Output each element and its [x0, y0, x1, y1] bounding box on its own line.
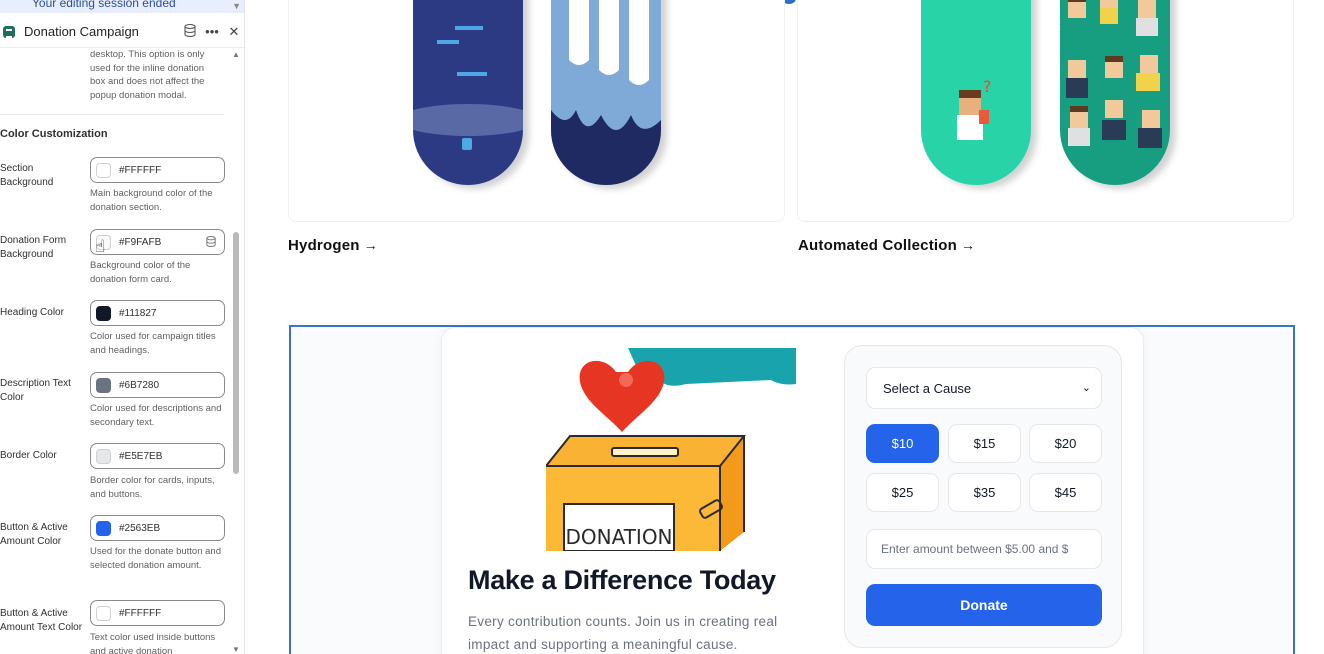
- field-value: #FFFFFF: [119, 164, 162, 176]
- panel-title: Donation Campaign: [24, 24, 139, 39]
- form-background-color-input[interactable]: #F9FAFB: [90, 229, 225, 255]
- field-label-form-background: Donation Form Background: [0, 235, 67, 260]
- field-help: Color used for descriptions and secondar…: [90, 403, 222, 428]
- field-help: Main background color of the donation se…: [90, 188, 213, 213]
- field-label-heading-color: Heading Color: [0, 307, 64, 318]
- chevron-down-icon[interactable]: ⌄: [1082, 381, 1091, 394]
- panel-header: Donation Campaign ••• ✕: [0, 16, 244, 48]
- field-value: #6B7280: [119, 379, 160, 391]
- snowboard-image: [1060, 0, 1170, 185]
- collection-link-automated[interactable]: Automated Collection →: [798, 237, 975, 254]
- color-swatch[interactable]: [96, 377, 111, 393]
- collection-title: Hydrogen: [288, 237, 360, 254]
- donation-section[interactable]: DONATION Make a Difference Today Every c…: [289, 325, 1295, 654]
- donation-illustration: DONATION: [546, 348, 796, 551]
- field-label-section-background: Section Background: [0, 163, 54, 188]
- color-swatch[interactable]: [96, 448, 111, 464]
- color-swatch[interactable]: [96, 162, 111, 178]
- color-swatch[interactable]: [96, 605, 111, 621]
- collection-link-hydrogen[interactable]: Hydrogen →: [288, 237, 378, 254]
- field-value: #111827: [119, 307, 157, 319]
- hand-cursor-icon: ☝: [95, 237, 106, 256]
- collection-title: Automated Collection: [798, 237, 958, 254]
- field-help: Text color used inside buttons and activ…: [90, 632, 216, 654]
- divider: [0, 114, 224, 115]
- amount-button-10[interactable]: $10: [866, 424, 939, 463]
- border-color-input[interactable]: #E5E7EB: [90, 443, 225, 469]
- button-color-input[interactable]: #2563EB: [90, 515, 225, 541]
- custom-amount-input[interactable]: [866, 529, 1102, 569]
- panel-body: desktop. This option is only used for th…: [0, 48, 230, 654]
- donation-card: DONATION Make a Difference Today Every c…: [441, 327, 1144, 654]
- amount-button-45[interactable]: $45: [1029, 473, 1102, 512]
- color-swatch[interactable]: [96, 520, 111, 536]
- amount-button-25[interactable]: $25: [866, 473, 939, 512]
- field-help: Border color for cards, inputs, and butt…: [90, 475, 215, 500]
- panel-scrollbar[interactable]: ▲ ▼: [231, 48, 241, 654]
- field-label-button-color: Button & Active Amount Color: [0, 522, 68, 547]
- field-value: #E5E7EB: [119, 450, 163, 462]
- database-icon[interactable]: [206, 236, 216, 250]
- field-label-border-color: Border Color: [0, 450, 57, 461]
- close-icon[interactable]: ✕: [223, 24, 244, 40]
- cause-select[interactable]: Select a Cause ⌄: [866, 367, 1102, 409]
- description-color-input[interactable]: #6B7280: [90, 372, 225, 398]
- snowboard-image: [413, 0, 523, 185]
- amount-button-15[interactable]: $15: [948, 424, 1021, 463]
- arrow-right-icon: →: [363, 237, 378, 253]
- chevron-down-icon[interactable]: ▼: [232, 0, 241, 13]
- field-value: #FFFFFF: [119, 607, 162, 619]
- field-label-description-color: Description Text Color: [0, 378, 71, 403]
- storefront-preview: ? Hydrogen → Automated Collection → DONA…: [246, 0, 1324, 654]
- collection-card-hydrogen[interactable]: [288, 0, 785, 222]
- field-help: Used for the donate button and selected …: [90, 546, 221, 571]
- session-banner: Your editing session ended ▼: [0, 0, 244, 13]
- arrow-right-icon: →: [961, 237, 976, 253]
- field-value: #2563EB: [119, 522, 161, 534]
- illustration-text: DONATION: [565, 525, 672, 549]
- field-value: #F9FAFB: [119, 236, 162, 248]
- amount-button-20[interactable]: $20: [1029, 424, 1102, 463]
- snowboard-image: [551, 0, 661, 185]
- field-help: Background color of the donation form ca…: [90, 260, 191, 285]
- color-swatch[interactable]: [96, 305, 111, 321]
- heading-color-input[interactable]: #111827: [90, 300, 225, 326]
- svg-text:?: ?: [983, 77, 992, 96]
- section-heading: Color Customization: [0, 128, 108, 140]
- editor-sidebar: Your editing session ended ▼ Donation Ca…: [0, 0, 245, 654]
- snowboard-image: ?: [921, 0, 1031, 185]
- more-icon[interactable]: •••: [201, 24, 223, 39]
- donate-button[interactable]: Donate: [866, 584, 1102, 626]
- previous-setting-help: desktop. This option is only used for th…: [90, 49, 205, 101]
- collection-card-automated[interactable]: ?: [797, 0, 1294, 222]
- scroll-down-icon[interactable]: ▼: [232, 645, 240, 654]
- scrollbar-thumb[interactable]: [233, 232, 239, 474]
- campaign-description: Every contribution counts. Join us in cr…: [468, 614, 778, 652]
- campaign-heading: Make a Difference Today: [468, 565, 776, 595]
- app-logo-icon: [3, 25, 15, 38]
- section-background-color-input[interactable]: #FFFFFF: [90, 157, 225, 183]
- button-text-color-input[interactable]: #FFFFFF: [90, 600, 225, 626]
- field-label-button-text-color: Button & Active Amount Text Color: [0, 608, 83, 633]
- donation-form: Select a Cause ⌄ $10 $15 $20 $25 $35 $45…: [844, 345, 1122, 648]
- cause-select-value: Select a Cause: [883, 380, 972, 396]
- field-help: Color used for campaign titles and headi…: [90, 331, 216, 356]
- amount-button-35[interactable]: $35: [948, 473, 1021, 512]
- database-icon[interactable]: [179, 23, 201, 40]
- session-banner-text: Your editing session ended: [32, 0, 176, 10]
- scroll-up-icon[interactable]: ▲: [232, 50, 240, 59]
